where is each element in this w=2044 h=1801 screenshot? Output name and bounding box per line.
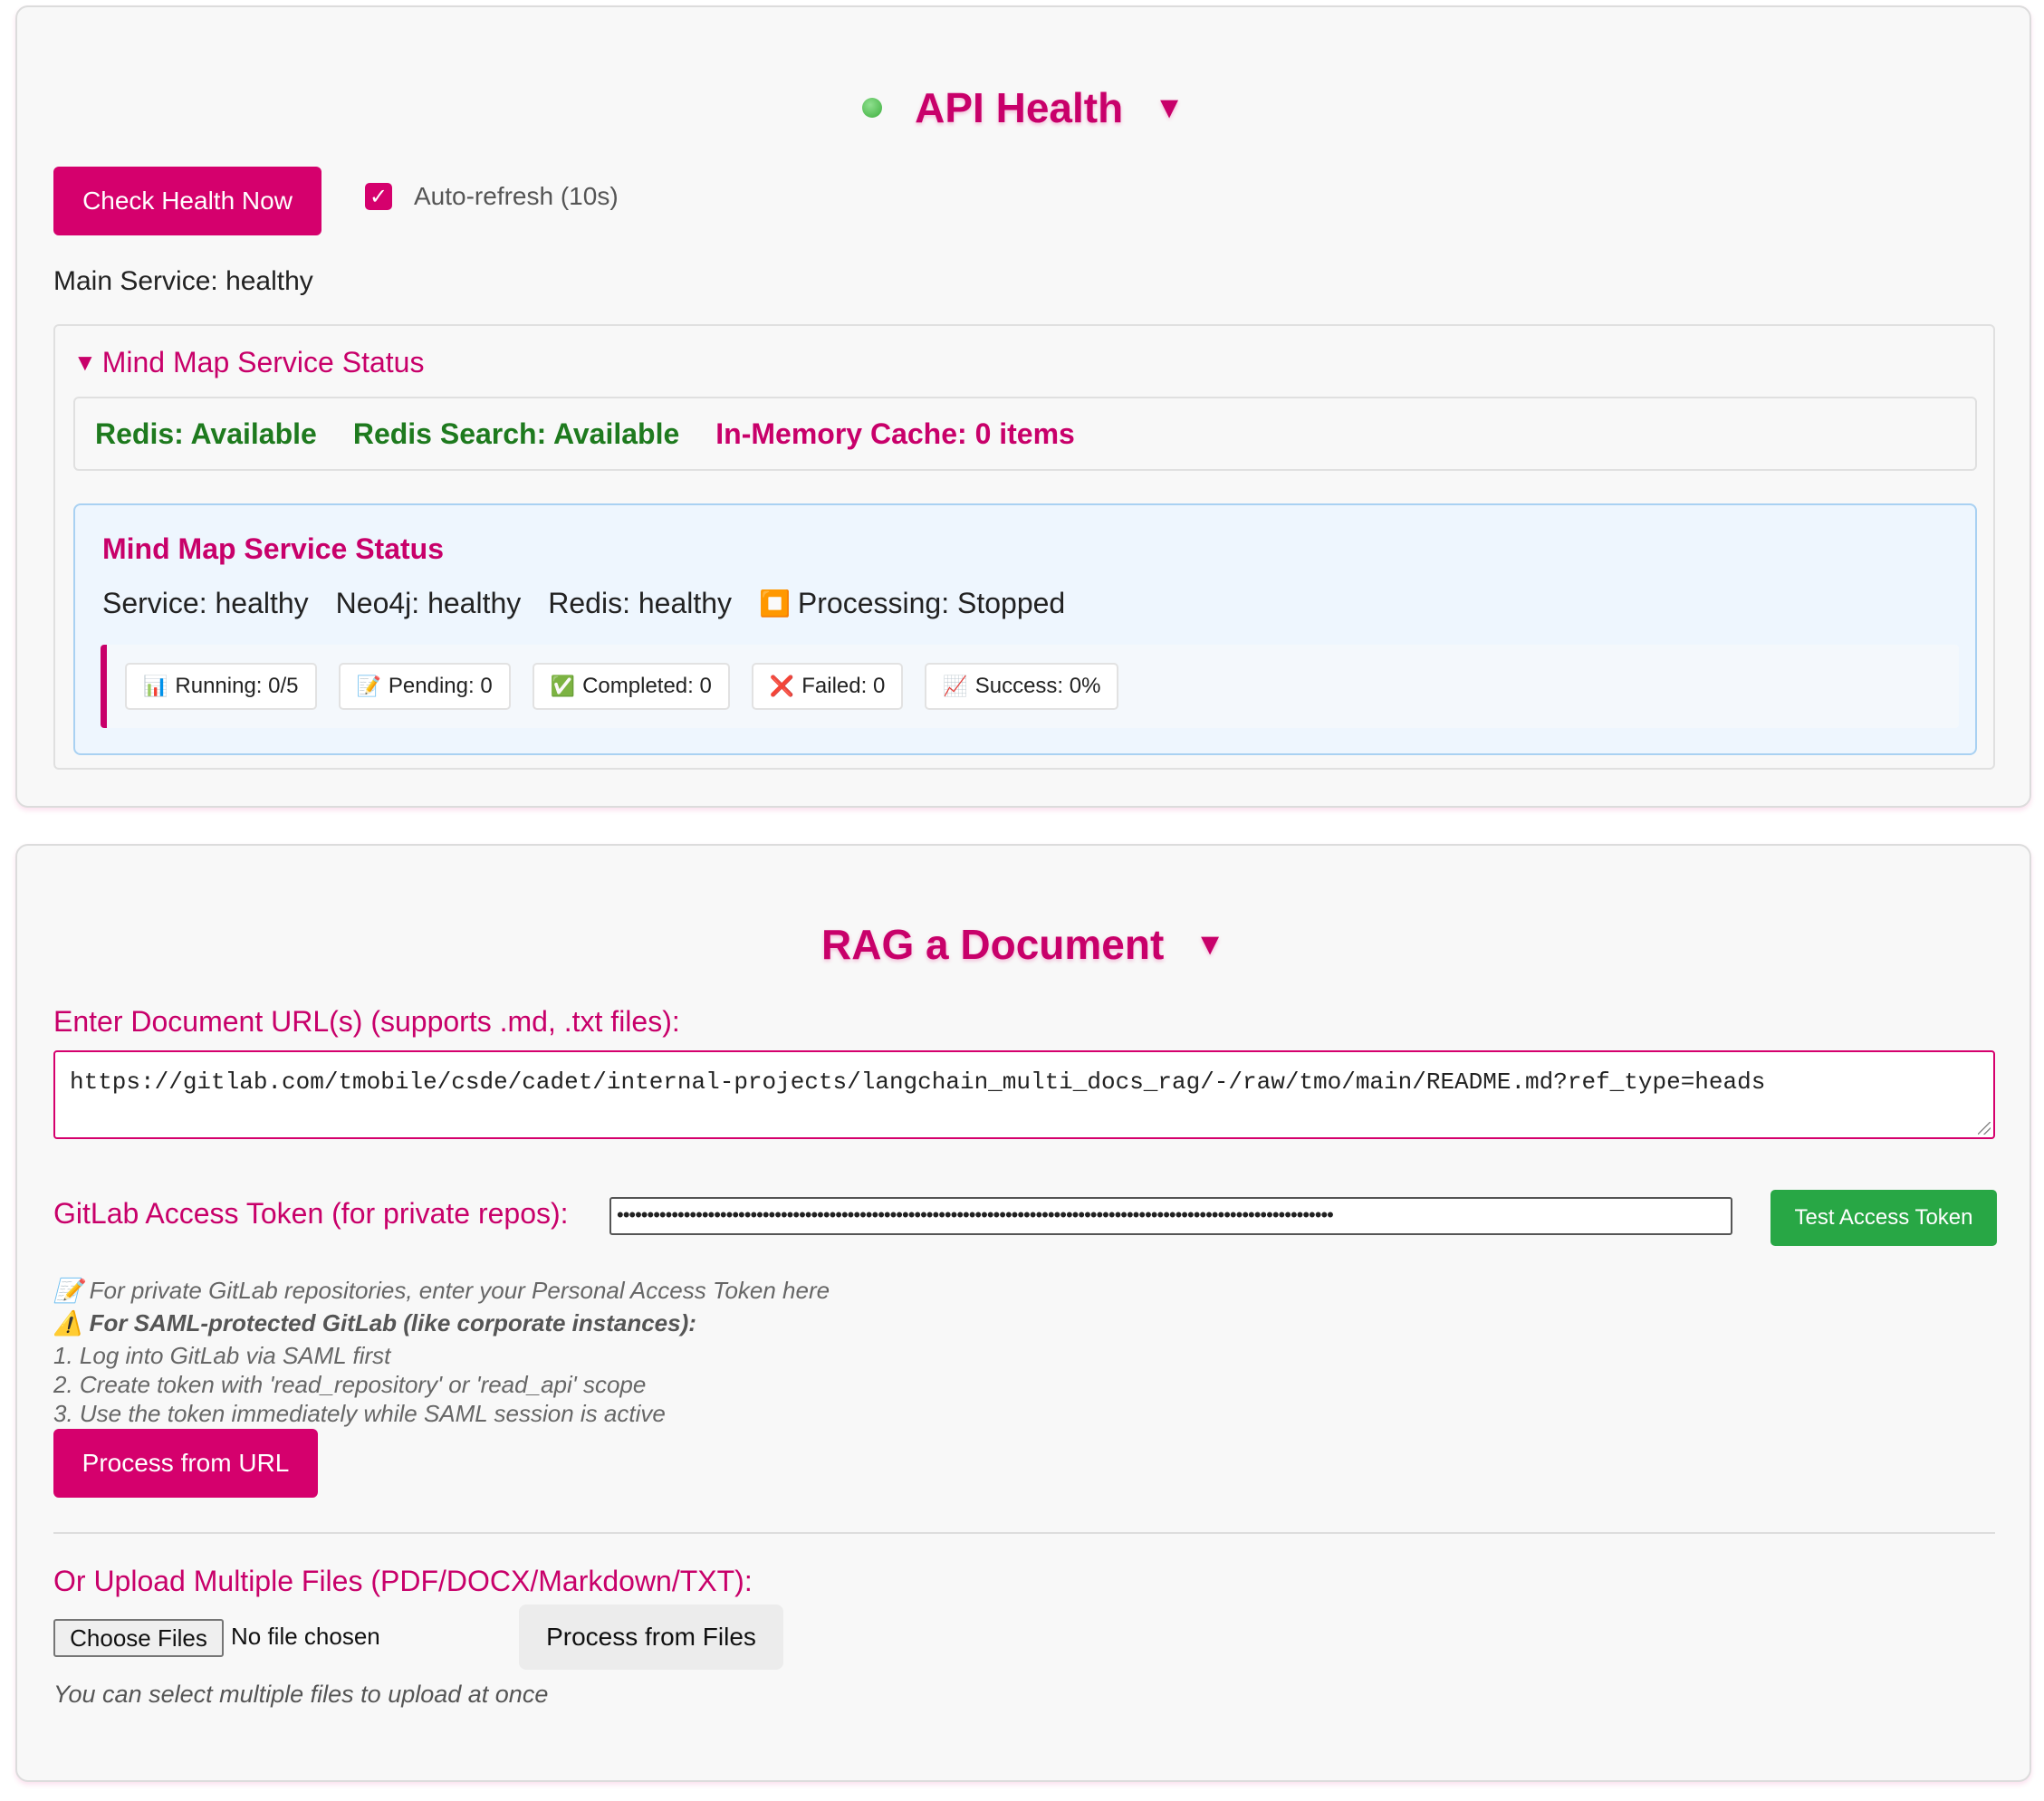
stat-pending: 📝 Pending: 0 (338, 663, 511, 710)
cross-mark-icon: ❌ (769, 675, 795, 697)
mind-map-summary-label: Mind Map Service Status (101, 346, 425, 378)
auto-refresh-label: Auto-refresh (10s) (414, 182, 619, 210)
token-label: GitLab Access Token (for private repos): (53, 1197, 569, 1230)
stat-failed: ❌ Failed: 0 (751, 663, 904, 710)
upload-hint: You can select multiple files to upload … (53, 1681, 549, 1708)
help-line-3: 1. Log into GitLab via SAML first (53, 1342, 391, 1369)
stat-failed-label: Failed: 0 (801, 674, 886, 698)
stat-completed: ✅ Completed: 0 (532, 663, 730, 710)
mind-map-box-title: Mind Map Service Status (102, 532, 444, 565)
cache-status-bar: Redis: Available Redis Search: Available… (73, 397, 1977, 471)
rag-document-card: RAG a Document ▼ Enter Document URL(s) (… (15, 844, 2031, 1782)
stat-completed-label: Completed: 0 (582, 674, 712, 698)
upload-label: Or Upload Multiple Files (PDF/DOCX/Markd… (53, 1565, 753, 1597)
service-health-row: Service: healthy Neo4j: healthy Redis: h… (102, 587, 1065, 620)
rag-header[interactable]: RAG a Document ▼ (17, 920, 2030, 969)
url-label: Enter Document URL(s) (supports .md, .tx… (53, 1005, 680, 1038)
choose-files-button[interactable]: Choose Files (53, 1619, 224, 1657)
help-line-2-text: For SAML-protected GitLab (like corporat… (89, 1309, 696, 1336)
access-token-input[interactable]: ••••••••••••••••••••••••••••••••••••••••… (609, 1197, 1732, 1235)
test-access-token-button[interactable]: Test Access Token (1771, 1190, 1997, 1246)
help-line-1: 📝 For private GitLab repositories, enter… (53, 1277, 830, 1305)
resize-handle-icon[interactable] (1978, 1122, 1991, 1135)
processing-status: ⏹️ Processing: Stopped (759, 587, 1065, 620)
redis-status: Redis: Available (95, 417, 317, 450)
memory-cache-status: In-Memory Cache: 0 items (715, 417, 1075, 450)
api-health-title: API Health (915, 84, 1124, 131)
process-files-button[interactable]: Process from Files (519, 1605, 783, 1670)
warning-icon: ⚠️ (53, 1309, 83, 1336)
section-divider (53, 1532, 1995, 1534)
queue-stats-row: 📊 Running: 0/5 📝 Pending: 0 ✅ Completed:… (101, 645, 1959, 728)
disclosure-triangle-icon: ▼ (73, 349, 97, 376)
stat-pending-label: Pending: 0 (388, 674, 493, 698)
stat-running: 📊 Running: 0/5 (125, 663, 317, 710)
help-line-4: 2. Create token with 'read_repository' o… (53, 1371, 647, 1398)
no-file-chosen-text: No file chosen (231, 1623, 380, 1650)
process-url-button[interactable]: Process from URL (53, 1429, 318, 1498)
main-service-status: Main Service: healthy (53, 266, 313, 296)
api-health-card: API Health ▼ Check Health Now ✓ Auto-ref… (15, 5, 2031, 808)
mind-map-details: ▼ Mind Map Service Status Redis: Availab… (53, 324, 1995, 770)
stat-success-label: Success: 0% (974, 674, 1101, 698)
auto-refresh-toggle[interactable]: ✓ Auto-refresh (10s) (365, 182, 619, 211)
redis-search-status: Redis Search: Available (352, 417, 680, 450)
neo4j-status: Neo4j: healthy (335, 587, 522, 619)
stop-icon: ⏹️ (759, 589, 791, 618)
stat-success: 📈 Success: 0% (925, 663, 1119, 710)
auto-refresh-checkbox[interactable]: ✓ (365, 183, 392, 210)
check-health-button[interactable]: Check Health Now (53, 167, 321, 235)
service-status: Service: healthy (102, 587, 309, 619)
document-url-textarea[interactable]: https://gitlab.com/tmobile/csde/cadet/in… (53, 1050, 1995, 1139)
mind-map-summary[interactable]: ▼ Mind Map Service Status (73, 346, 424, 379)
api-health-header[interactable]: API Health ▼ (17, 83, 2030, 132)
rag-title: RAG a Document (821, 921, 1165, 968)
mind-map-status-box: Mind Map Service Status Service: healthy… (73, 503, 1977, 755)
memo-icon: 📝 (356, 675, 381, 697)
help-line-1-text: For private GitLab repositories, enter y… (89, 1277, 830, 1304)
help-line-2: ⚠️ For SAML-protected GitLab (like corpo… (53, 1309, 696, 1337)
memo-icon: 📝 (53, 1277, 83, 1304)
redis-health-status: Redis: healthy (548, 587, 733, 619)
health-status-dot-icon (862, 98, 883, 118)
stat-running-label: Running: 0/5 (175, 674, 299, 698)
collapse-caret-icon[interactable]: ▼ (1195, 927, 1225, 963)
check-mark-icon: ✅ (550, 675, 576, 697)
bar-chart-icon: 📊 (143, 675, 168, 697)
document-url-value: https://gitlab.com/tmobile/csde/cadet/in… (70, 1068, 1766, 1096)
processing-status-label: Processing: Stopped (797, 587, 1066, 619)
collapse-caret-icon[interactable]: ▼ (1154, 91, 1185, 126)
trend-chart-icon: 📈 (943, 675, 968, 697)
help-line-5: 3. Use the token immediately while SAML … (53, 1400, 666, 1427)
